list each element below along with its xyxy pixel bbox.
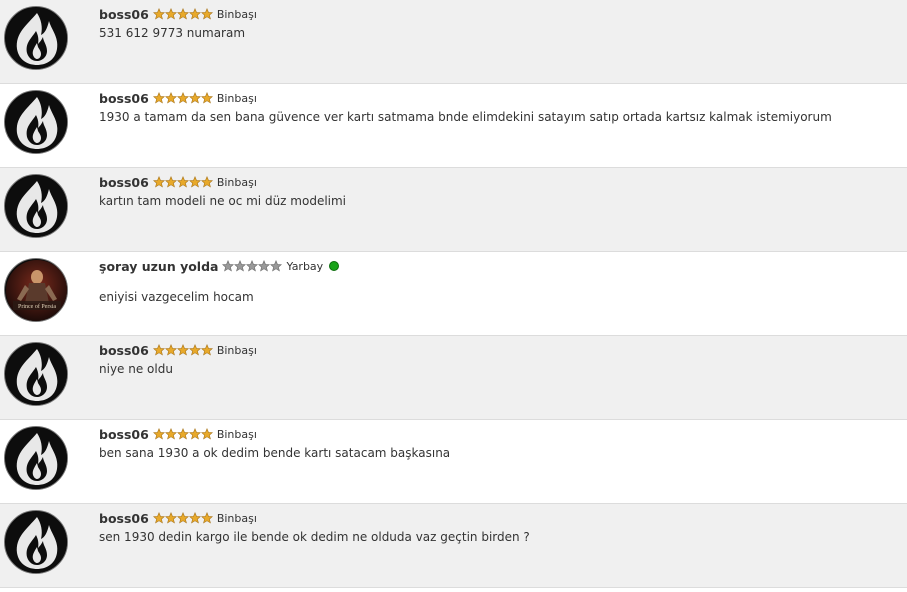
rank-label: Binbaşı (216, 7, 257, 21)
message-row: boss06 Binbaşı ben sana 1930 a ok dedim be… (0, 420, 907, 504)
svg-text:Prince of Persia: Prince of Persia (18, 303, 56, 310)
star-icon (176, 176, 189, 188)
message-text: ben sana 1930 a ok dedim bende kartı sat… (99, 446, 451, 460)
star-icon (270, 260, 283, 272)
rank-label: Binbaşı (216, 91, 257, 105)
message-row: boss06 Binbaşı kartın tam modeli ne oc mi … (0, 168, 907, 252)
star-icon (164, 176, 177, 188)
star-icon (152, 512, 165, 524)
star-icon (176, 92, 189, 104)
star-icon (152, 428, 165, 440)
message-header: boss06 Binbaşı (99, 6, 257, 22)
star-icon (246, 260, 259, 272)
star-icon (200, 8, 213, 20)
message-thread: boss06 Binbaşı 531 612 9773 numaram boss06… (0, 0, 907, 588)
flame-avatar[interactable] (4, 174, 68, 238)
rank-label: Yarbay (286, 259, 324, 273)
message-header: boss06 Binbaşı (99, 510, 257, 526)
rank-label: Binbaşı (216, 511, 257, 525)
star-icon (188, 92, 201, 104)
message-header: boss06 Binbaşı (99, 342, 257, 358)
rank-stars (152, 344, 213, 356)
message-row: boss06 Binbaşı 531 612 9773 numaram (0, 0, 907, 84)
star-icon (152, 344, 165, 356)
username-link[interactable]: boss06 (99, 91, 149, 106)
rank-label: Binbaşı (216, 427, 257, 441)
username-link[interactable]: boss06 (99, 7, 149, 22)
message-row: boss06 Binbaşı niye ne oldu (0, 336, 907, 420)
star-icon (176, 512, 189, 524)
online-status-icon (329, 261, 340, 271)
star-icon (188, 176, 201, 188)
username-link[interactable]: boss06 (99, 175, 149, 190)
flame-avatar[interactable] (4, 90, 68, 154)
rank-stars (152, 92, 213, 104)
star-icon (164, 428, 177, 440)
star-icon (164, 8, 177, 20)
rank-label: Binbaşı (216, 343, 257, 357)
star-icon (222, 260, 235, 272)
message-text: eniyisi vazgecelim hocam (99, 290, 254, 304)
rank-stars (152, 512, 213, 524)
star-icon (152, 8, 165, 20)
flame-avatar[interactable] (4, 426, 68, 490)
message-text: 531 612 9773 numaram (99, 26, 246, 40)
star-icon (200, 344, 213, 356)
star-icon (200, 512, 213, 524)
message-header: boss06 Binbaşı (99, 426, 257, 442)
message-text: niye ne oldu (99, 362, 173, 376)
star-icon (164, 92, 177, 104)
message-text: sen 1930 dedin kargo ile bende ok dedim … (99, 530, 530, 544)
message-header: şoray uzun yolda Yarbay (99, 258, 340, 274)
star-icon (188, 8, 201, 20)
rank-stars (152, 176, 213, 188)
flame-avatar[interactable] (4, 6, 68, 70)
message-text: kartın tam modeli ne oc mi düz modelimi (99, 194, 347, 208)
flame-avatar[interactable] (4, 342, 68, 406)
message-text: 1930 a tamam da sen bana güvence ver kar… (99, 110, 832, 124)
rank-stars (152, 428, 213, 440)
star-icon (164, 512, 177, 524)
message-row: boss06 Binbaşı sen 1930 dedin kargo ile be… (0, 504, 907, 588)
star-icon (176, 344, 189, 356)
star-icon (200, 176, 213, 188)
star-icon (176, 428, 189, 440)
star-icon (234, 260, 247, 272)
flame-avatar[interactable] (4, 510, 68, 574)
star-icon (200, 92, 213, 104)
prince-of-persia-avatar[interactable]: Prince of Persia (4, 258, 68, 322)
message-header: boss06 Binbaşı (99, 90, 257, 106)
message-header: boss06 Binbaşı (99, 174, 257, 190)
star-icon (164, 344, 177, 356)
username-link[interactable]: şoray uzun yolda (99, 259, 218, 274)
star-icon (258, 260, 271, 272)
star-icon (176, 8, 189, 20)
rank-label: Binbaşı (216, 175, 257, 189)
star-icon (188, 344, 201, 356)
star-icon (152, 92, 165, 104)
message-row: Prince of Persia şoray uzun yolda Yarbay e… (0, 252, 907, 336)
rank-stars (152, 8, 213, 20)
username-link[interactable]: boss06 (99, 427, 149, 442)
rank-stars (222, 260, 283, 272)
star-icon (152, 176, 165, 188)
message-row: boss06 Binbaşı 1930 a tamam da sen bana gü… (0, 84, 907, 168)
username-link[interactable]: boss06 (99, 511, 149, 526)
star-icon (188, 512, 201, 524)
star-icon (188, 428, 201, 440)
star-icon (200, 428, 213, 440)
username-link[interactable]: boss06 (99, 343, 149, 358)
